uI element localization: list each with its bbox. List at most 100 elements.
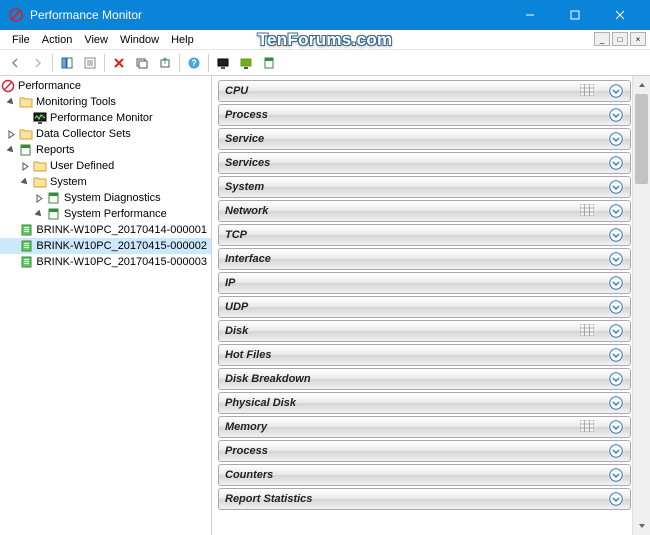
section-label: Service	[225, 133, 608, 145]
scroll-track[interactable]	[633, 94, 650, 517]
reports-button[interactable]	[258, 52, 280, 74]
expand-icon[interactable]	[608, 203, 624, 219]
tree-report-item[interactable]: BRINK-W10PC_20170414-000001	[0, 222, 211, 238]
tree-label: System	[50, 176, 87, 188]
expand-toggle[interactable]	[4, 146, 18, 155]
section-disk-breakdown[interactable]: Disk Breakdown	[218, 368, 631, 390]
expand-icon[interactable]	[608, 131, 624, 147]
expand-icon[interactable]	[608, 251, 624, 267]
section-memory[interactable]: Memory	[218, 416, 631, 438]
menu-help[interactable]: Help	[165, 32, 200, 48]
expand-toggle[interactable]	[18, 162, 32, 171]
export-button[interactable]	[154, 52, 176, 74]
back-button[interactable]	[4, 52, 26, 74]
properties-button[interactable]	[79, 52, 101, 74]
expand-icon[interactable]	[608, 83, 624, 99]
data-collector-button[interactable]	[235, 52, 257, 74]
menu-file[interactable]: File	[6, 32, 36, 48]
section-interface[interactable]: Interface	[218, 248, 631, 270]
expand-icon[interactable]	[608, 179, 624, 195]
section-udp[interactable]: UDP	[218, 296, 631, 318]
mdi-minimize-button[interactable]: _	[594, 32, 610, 46]
section-hot-files[interactable]: Hot Files	[218, 344, 631, 366]
maximize-button[interactable]	[552, 0, 597, 30]
menu-view[interactable]: View	[78, 32, 114, 48]
report-folder-icon	[46, 206, 62, 222]
section-label: Hot Files	[225, 349, 608, 361]
section-counters[interactable]: Counters	[218, 464, 631, 486]
expand-icon[interactable]	[608, 227, 624, 243]
tree-root-performance[interactable]: Performance	[0, 78, 211, 94]
expand-icon[interactable]	[608, 443, 624, 459]
scroll-down-button[interactable]	[633, 517, 650, 535]
expand-toggle[interactable]	[4, 130, 18, 139]
minimize-button[interactable]	[507, 0, 552, 30]
section-disk[interactable]: Disk	[218, 320, 631, 342]
help-button[interactable]: ?	[183, 52, 205, 74]
expand-icon[interactable]	[608, 395, 624, 411]
expand-icon[interactable]	[608, 491, 624, 507]
toolbar: ?	[0, 50, 650, 76]
section-process[interactable]: Process	[218, 104, 631, 126]
tree-system-diagnostics[interactable]: System Diagnostics	[0, 190, 211, 206]
expand-toggle[interactable]	[32, 194, 46, 203]
section-system[interactable]: System	[218, 176, 631, 198]
table-icon	[580, 420, 608, 435]
tree-data-collector-sets[interactable]: Data Collector Sets	[0, 126, 211, 142]
expand-icon[interactable]	[608, 371, 624, 387]
expand-icon[interactable]	[608, 107, 624, 123]
tree-label: System Diagnostics	[64, 192, 161, 204]
tree-system[interactable]: System	[0, 174, 211, 190]
expand-icon[interactable]	[608, 299, 624, 315]
expand-toggle[interactable]	[32, 210, 46, 219]
section-services[interactable]: Services	[218, 152, 631, 174]
tree-report-item[interactable]: BRINK-W10PC_20170415-000003	[0, 254, 211, 270]
section-process[interactable]: Process	[218, 440, 631, 462]
tree-label: Performance Monitor	[50, 112, 153, 124]
close-button[interactable]	[597, 0, 642, 30]
expand-toggle[interactable]	[18, 178, 32, 187]
menu-window[interactable]: Window	[114, 32, 165, 48]
svg-text:?: ?	[191, 58, 197, 68]
scroll-thumb[interactable]	[635, 94, 648, 184]
mdi-restore-button[interactable]: □	[612, 32, 628, 46]
section-label: CPU	[225, 85, 580, 97]
menu-action[interactable]: Action	[36, 32, 79, 48]
show-hide-tree-button[interactable]	[56, 52, 78, 74]
expand-icon[interactable]	[608, 419, 624, 435]
section-report-statistics[interactable]: Report Statistics	[218, 488, 631, 510]
tree-label: Performance	[18, 80, 81, 92]
section-physical-disk[interactable]: Physical Disk	[218, 392, 631, 414]
tree-performance-monitor[interactable]: Performance Monitor	[0, 110, 211, 126]
tree-report-item[interactable]: BRINK-W10PC_20170415-000002	[0, 238, 211, 254]
expand-icon[interactable]	[608, 323, 624, 339]
section-label: System	[225, 181, 608, 193]
new-window-button[interactable]	[131, 52, 153, 74]
title-bar: Performance Monitor	[0, 0, 650, 30]
section-network[interactable]: Network	[218, 200, 631, 222]
table-icon	[580, 84, 608, 99]
expand-toggle[interactable]	[4, 98, 18, 107]
delete-button[interactable]	[108, 52, 130, 74]
tree-label: Data Collector Sets	[36, 128, 131, 140]
vertical-scrollbar[interactable]	[632, 76, 650, 535]
section-ip[interactable]: IP	[218, 272, 631, 294]
tree-label: System Performance	[64, 208, 167, 220]
tree-user-defined[interactable]: User Defined	[0, 158, 211, 174]
tree-system-performance[interactable]: System Performance	[0, 206, 211, 222]
window-title: Performance Monitor	[30, 8, 507, 22]
monitor-button[interactable]	[212, 52, 234, 74]
forward-button[interactable]	[27, 52, 49, 74]
expand-icon[interactable]	[608, 155, 624, 171]
section-cpu[interactable]: CPU	[218, 80, 631, 102]
scroll-up-button[interactable]	[633, 76, 650, 94]
section-tcp[interactable]: TCP	[218, 224, 631, 246]
expand-icon[interactable]	[608, 467, 624, 483]
tree-reports[interactable]: Reports	[0, 142, 211, 158]
expand-icon[interactable]	[608, 275, 624, 291]
mdi-close-button[interactable]: ×	[630, 32, 646, 46]
expand-icon[interactable]	[608, 347, 624, 363]
section-service[interactable]: Service	[218, 128, 631, 150]
tree-monitoring-tools[interactable]: Monitoring Tools	[0, 94, 211, 110]
tree-pane[interactable]: Performance Monitoring Tools Performance…	[0, 76, 212, 535]
